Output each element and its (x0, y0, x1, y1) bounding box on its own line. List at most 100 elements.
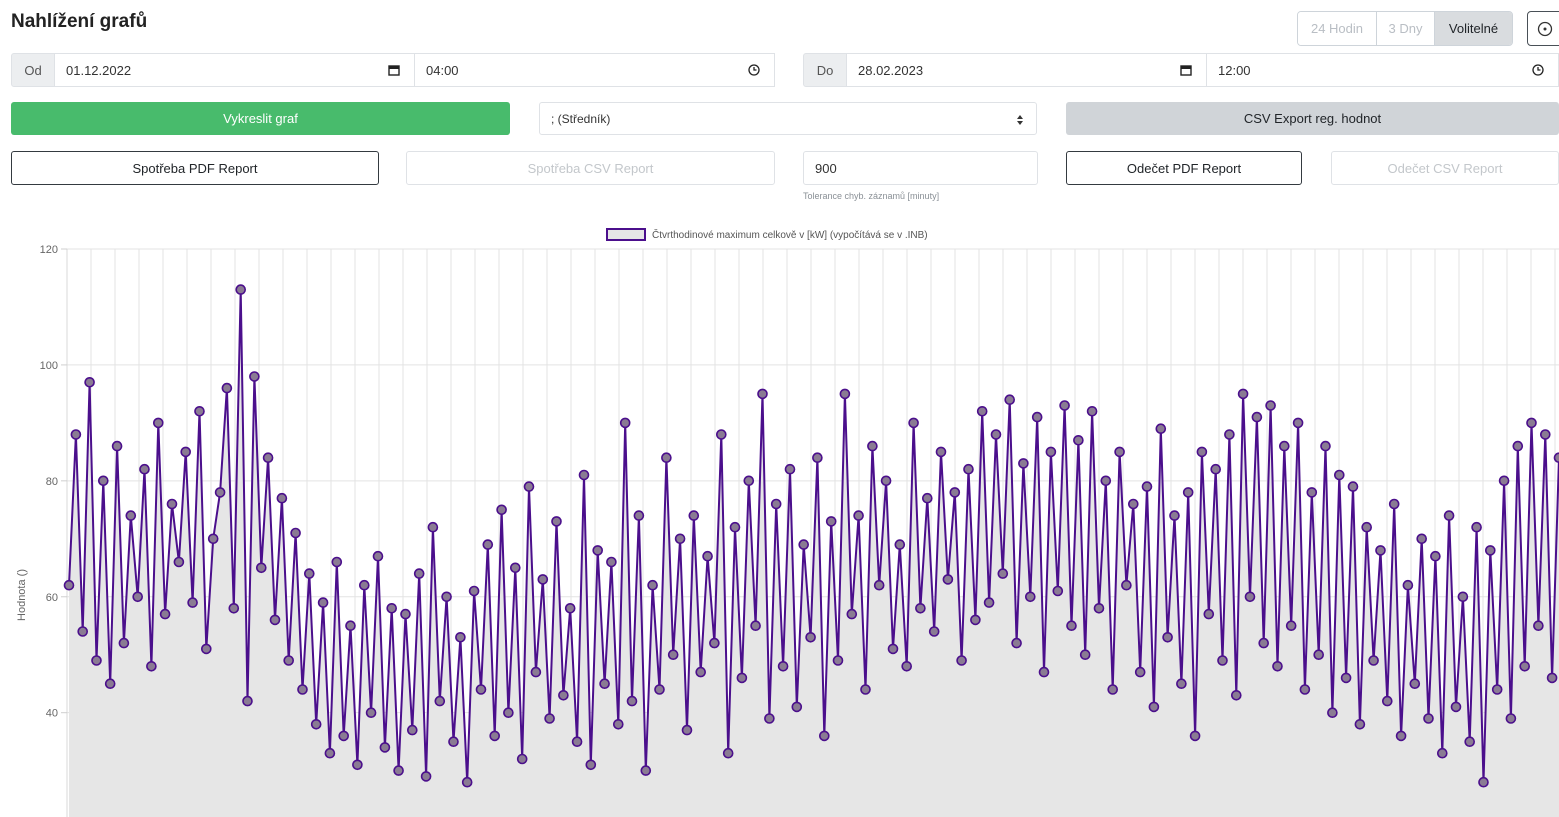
data-point[interactable] (1526, 417, 1537, 429)
data-point[interactable] (757, 388, 768, 400)
data-point[interactable] (661, 452, 672, 463)
data-point[interactable] (1079, 649, 1091, 661)
data-point[interactable] (1320, 440, 1331, 452)
data-point[interactable] (606, 556, 617, 568)
data-point[interactable] (832, 655, 844, 666)
data-point[interactable] (990, 429, 1002, 440)
data-point[interactable] (667, 649, 679, 661)
separator-select[interactable]: ; (Středník) (539, 102, 1037, 135)
data-point[interactable] (1045, 446, 1057, 458)
data-point[interactable] (812, 452, 823, 463)
data-point[interactable] (221, 382, 233, 394)
data-point[interactable] (956, 655, 967, 666)
range-3days-button[interactable]: 3 Dny (1377, 12, 1435, 45)
data-point[interactable] (468, 585, 480, 597)
data-point[interactable] (455, 631, 466, 643)
data-point[interactable] (805, 631, 816, 643)
data-point[interactable] (764, 713, 775, 724)
data-point[interactable] (1196, 446, 1208, 458)
data-point[interactable] (722, 747, 734, 759)
data-point[interactable] (1148, 701, 1160, 713)
data-point[interactable] (1100, 475, 1112, 487)
data-point[interactable] (91, 655, 102, 666)
data-point[interactable] (400, 608, 411, 620)
data-point[interactable] (1038, 666, 1050, 678)
data-point[interactable] (585, 759, 597, 771)
data-point[interactable] (688, 510, 700, 521)
data-point[interactable] (743, 475, 755, 487)
data-point[interactable] (372, 550, 384, 562)
data-point[interactable] (880, 475, 892, 487)
data-point[interactable] (1073, 435, 1084, 446)
consumption-pdf-button[interactable]: Spotřeba PDF Report (11, 151, 379, 185)
data-point[interactable] (970, 614, 981, 626)
data-point[interactable] (379, 742, 391, 753)
data-point[interactable] (413, 568, 425, 579)
data-point[interactable] (846, 608, 858, 620)
data-point[interactable] (1155, 423, 1167, 434)
data-point[interactable] (235, 284, 246, 295)
data-point[interactable] (77, 626, 88, 637)
data-point[interactable] (976, 406, 988, 417)
data-point[interactable] (139, 463, 150, 475)
data-point[interactable] (303, 568, 315, 579)
data-point[interactable] (1546, 672, 1558, 684)
data-point[interactable] (1210, 463, 1221, 475)
data-point[interactable] (1237, 388, 1249, 400)
data-point[interactable] (345, 620, 356, 632)
data-point[interactable] (592, 545, 604, 556)
data-point[interactable] (516, 753, 528, 765)
data-point[interactable] (146, 660, 157, 672)
data-point[interactable] (276, 492, 288, 504)
data-point[interactable] (1375, 545, 1386, 556)
data-point[interactable] (317, 597, 329, 608)
data-point[interactable] (1485, 545, 1496, 556)
data-point[interactable] (406, 724, 418, 736)
data-point[interactable] (544, 713, 555, 724)
time-icon[interactable] (1532, 64, 1544, 76)
data-point[interactable] (70, 429, 82, 440)
data-point[interactable] (1224, 429, 1235, 440)
data-point[interactable] (1121, 579, 1132, 591)
data-point[interactable] (1498, 475, 1510, 487)
history-button[interactable] (1527, 11, 1559, 46)
data-point[interactable] (496, 504, 507, 516)
data-point[interactable] (173, 556, 185, 568)
data-point[interactable] (1409, 678, 1421, 690)
data-point[interactable] (1285, 620, 1297, 632)
data-point[interactable] (180, 446, 191, 458)
data-point[interactable] (1368, 655, 1379, 666)
data-point[interactable] (640, 765, 652, 776)
tolerance-input[interactable]: 900 (803, 151, 1038, 185)
from-time-input[interactable]: 04:00 (414, 53, 775, 87)
consumption-csv-button[interactable]: Spotřeba CSV Report (406, 151, 775, 185)
data-point[interactable] (1327, 707, 1338, 719)
data-point[interactable] (1313, 649, 1324, 661)
data-point[interactable] (1031, 411, 1043, 423)
reading-pdf-button[interactable]: Odečet PDF Report (1066, 151, 1302, 185)
data-point[interactable] (578, 469, 590, 481)
data-point[interactable] (1471, 521, 1482, 533)
data-point[interactable] (963, 463, 974, 475)
data-point[interactable] (1244, 591, 1256, 603)
data-point[interactable] (1114, 446, 1125, 458)
data-point[interactable] (1505, 713, 1517, 724)
data-point[interactable] (461, 776, 473, 788)
data-point[interactable] (571, 736, 583, 748)
data-point[interactable] (530, 666, 542, 678)
data-point[interactable] (1388, 498, 1400, 510)
data-point[interactable] (214, 487, 226, 498)
data-point[interactable] (482, 539, 494, 550)
data-point[interactable] (942, 574, 954, 585)
data-point[interactable] (1478, 776, 1489, 788)
data-point[interactable] (564, 602, 576, 614)
data-point[interactable] (791, 701, 803, 713)
data-point[interactable] (1141, 481, 1153, 492)
data-point[interactable] (1457, 591, 1469, 603)
data-point[interactable] (626, 695, 638, 707)
data-point[interactable] (324, 747, 336, 759)
data-point[interactable] (448, 736, 459, 748)
data-point[interactable] (1306, 487, 1318, 498)
data-point[interactable] (873, 579, 885, 591)
data-point[interactable] (1533, 620, 1544, 632)
